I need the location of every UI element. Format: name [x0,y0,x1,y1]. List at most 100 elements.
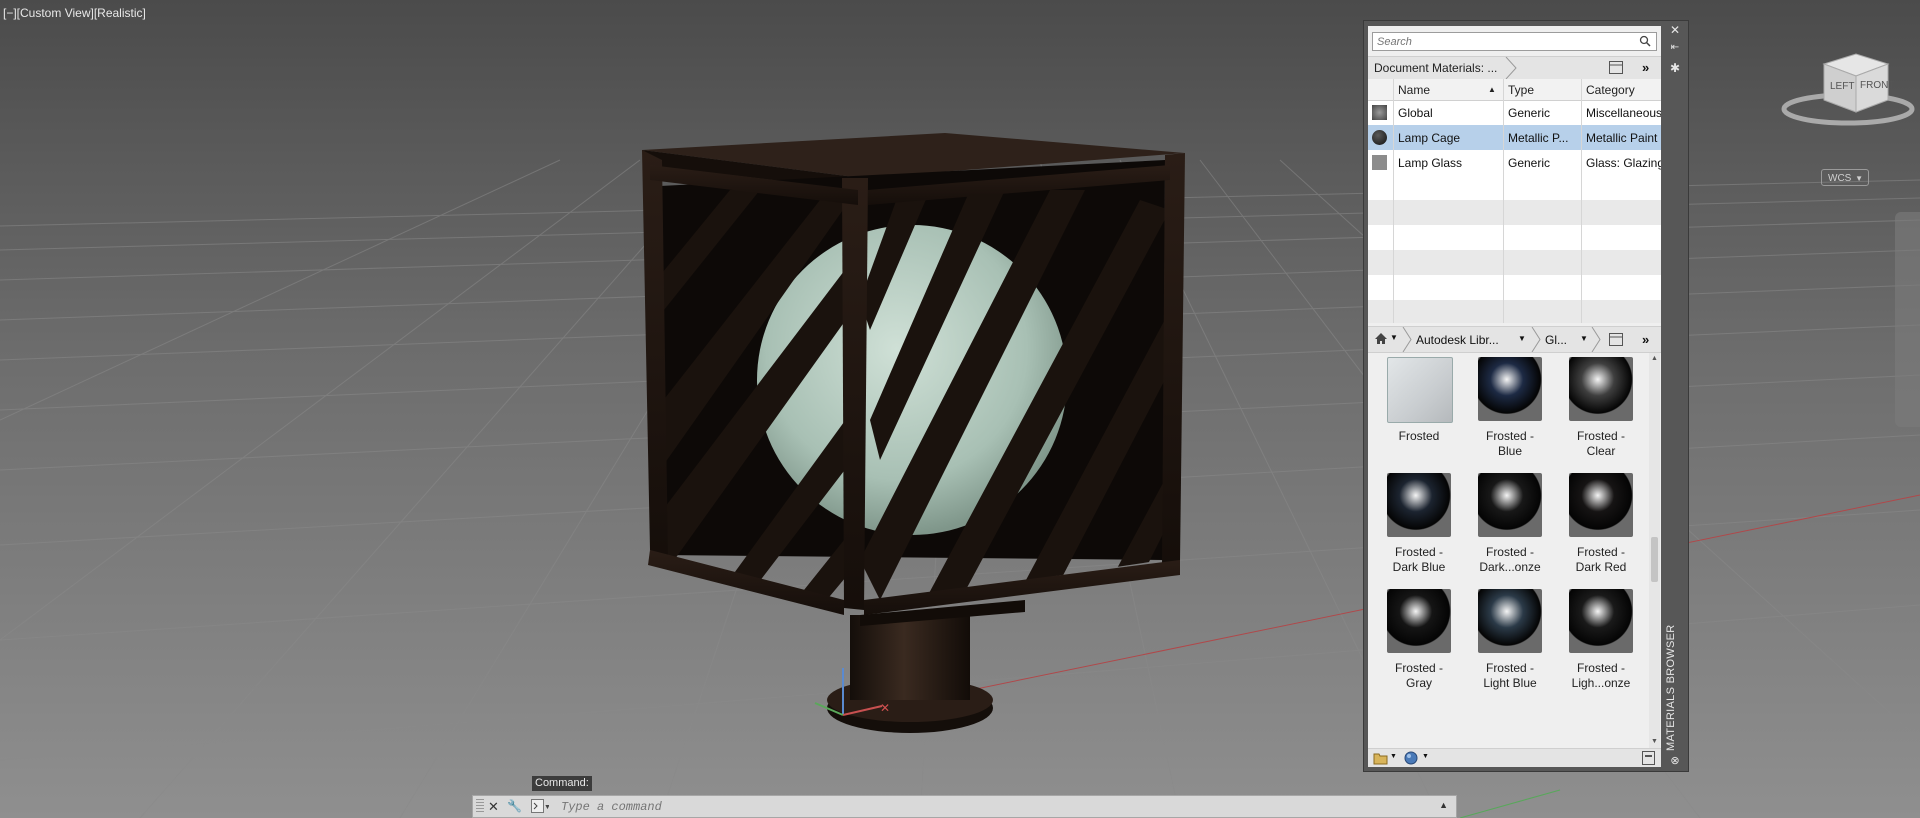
tile-label-line2: Dark Red [1575,560,1627,574]
tile-label-line2: Blue [1497,444,1523,458]
close-icon[interactable]: ✕ [488,799,499,815]
material-type: Generic [1508,156,1551,170]
column-divider [1393,79,1394,323]
material-thumbnail [1478,357,1542,421]
material-thumbnail [1478,473,1542,537]
material-tile[interactable]: Frosted [1374,353,1458,465]
tile-label-line2: Ligh...onze [1571,676,1631,690]
search-field[interactable] [1372,32,1657,51]
table-row[interactable]: Lamp Glass Generic Glass: Glazing [1368,150,1661,175]
table-row[interactable]: Global Generic Miscellaneous [1368,100,1661,125]
search-icon[interactable] [1639,35,1651,47]
viewcube[interactable]: LEFT FRONT [1776,42,1916,142]
auto-hide-icon[interactable]: ⇤ [1668,41,1682,55]
scroll-up-icon[interactable]: ▲ [1651,355,1658,362]
drag-handle[interactable] [476,799,484,814]
command-prompt-icon[interactable]: ▼ [531,799,549,814]
material-swatch [1372,155,1387,170]
category-breadcrumb[interactable]: Gl... [1545,333,1567,347]
browser-bottom-bar: ▼ ▼ [1368,748,1661,767]
material-tile[interactable]: Frosted - Dark Blue [1374,469,1458,581]
material-name: Lamp Cage [1398,131,1461,145]
table-row-selected[interactable]: Lamp Cage Metallic P... Metallic Paint [1368,125,1661,150]
wcs-label: WCS [1828,173,1852,184]
palette-title: MATERIALS BROWSER [1665,624,1677,751]
material-tile[interactable]: Frosted - Clear [1556,353,1640,465]
material-category: Metallic Paint [1586,131,1658,145]
column-header-name[interactable]: Name [1398,83,1430,97]
material-tile-label: Frosted - Gray [1374,661,1464,691]
more-options-icon[interactable]: » [1642,332,1649,347]
material-tile[interactable]: Frosted - Dark...onze [1465,469,1549,581]
folder-icon[interactable] [1373,751,1389,765]
material-tile-label: Frosted [1374,429,1464,444]
column-header-category[interactable]: Category [1586,83,1635,97]
home-icon[interactable] [1374,332,1388,345]
command-input[interactable] [561,799,1411,815]
material-tile[interactable]: Frosted - Light Blue [1465,585,1549,697]
tile-label-line2: Light Blue [1483,676,1537,690]
material-thumbnail [1478,589,1542,653]
settings-icon[interactable]: ⊗ [1668,754,1682,768]
library-breadcrumb[interactable]: Autodesk Libr... [1416,333,1499,347]
material-name: Global [1398,106,1433,120]
view-options-icon[interactable] [1609,333,1623,346]
tile-label-line2: Clear [1586,444,1616,458]
tile-label-line2: Dark...onze [1479,560,1541,574]
material-tile-label: Frosted - Blue [1465,429,1555,459]
empty-row [1368,300,1661,323]
column-header-type[interactable]: Type [1508,83,1534,97]
chevron-down-icon[interactable]: ▼ [1390,753,1397,760]
material-swatch [1372,105,1387,120]
palette-titlebar[interactable]: ✕ ⇤ ✱ MATERIALS BROWSER ⊗ [1663,21,1688,771]
material-tile[interactable]: Frosted - Gray [1374,585,1458,697]
wrench-icon[interactable]: 🔧 [507,799,522,813]
material-tile-label: Frosted - Dark...onze [1465,545,1555,575]
material-swatch [1372,130,1387,145]
material-thumbnail [1387,357,1453,423]
tile-label-line1: Frosted - [1576,661,1625,675]
sort-ascending-icon: ▲ [1488,85,1496,94]
tile-label-line1: Frosted - [1576,545,1625,559]
material-name: Lamp Glass [1398,156,1463,170]
search-input[interactable] [1377,34,1627,49]
tile-label-line1: Frosted - [1576,429,1625,443]
material-tile[interactable]: Frosted - Ligh...onze [1556,585,1640,697]
more-options-icon[interactable]: » [1642,60,1649,75]
material-tile-label: Frosted - Light Blue [1465,661,1555,691]
material-category: Miscellaneous [1586,106,1661,120]
material-editor-icon[interactable] [1404,751,1420,765]
properties-icon[interactable]: ✱ [1668,61,1682,75]
chevron-down-icon: ▼ [1855,174,1863,183]
panel-toggle-icon[interactable] [1642,751,1655,765]
document-materials-breadcrumb[interactable]: Document Materials: ... [1374,61,1497,75]
material-thumbnail [1387,473,1451,537]
wcs-menu[interactable]: WCS ▼ [1821,169,1869,186]
tile-label-line1: Frosted [1398,429,1440,443]
material-tile[interactable]: Frosted - Dark Red [1556,469,1640,581]
chevron-down-icon[interactable]: ▼ [1390,333,1398,342]
empty-row [1368,250,1661,275]
view-options-icon[interactable] [1609,61,1623,74]
chevron-down-icon[interactable]: ▼ [1580,334,1588,343]
scroll-down-icon[interactable]: ▼ [1651,738,1658,745]
breadcrumb-separator [1531,327,1541,352]
lamp-post [827,615,993,733]
materials-browser-palette: Document Materials: ... » Name ▲ Type Ca… [1363,20,1689,772]
command-line: ✕ 🔧 ▼ ▲ [472,795,1457,818]
document-materials-bar: Document Materials: ... » [1368,56,1661,80]
material-tile-label: Frosted - Dark Blue [1374,545,1464,575]
scrollbar-thumb[interactable] [1651,537,1658,582]
tile-label-line1: Frosted - [1485,429,1534,443]
material-type: Generic [1508,106,1551,120]
material-tile[interactable]: Frosted - Blue [1465,353,1549,465]
breadcrumb-separator [1591,327,1601,352]
chevron-down-icon[interactable]: ▼ [1422,753,1429,760]
chevron-up-icon[interactable]: ▲ [1439,800,1448,810]
library-bar: ▼ Autodesk Libr... ▼ Gl... ▼ » [1368,326,1661,353]
close-icon[interactable]: ✕ [1668,23,1682,37]
chevron-down-icon[interactable]: ▼ [1518,334,1526,343]
navigation-bar[interactable] [1895,212,1920,427]
viewport-controls-label[interactable]: [−][Custom View][Realistic] [3,6,146,20]
material-type: Metallic P... [1508,131,1569,145]
